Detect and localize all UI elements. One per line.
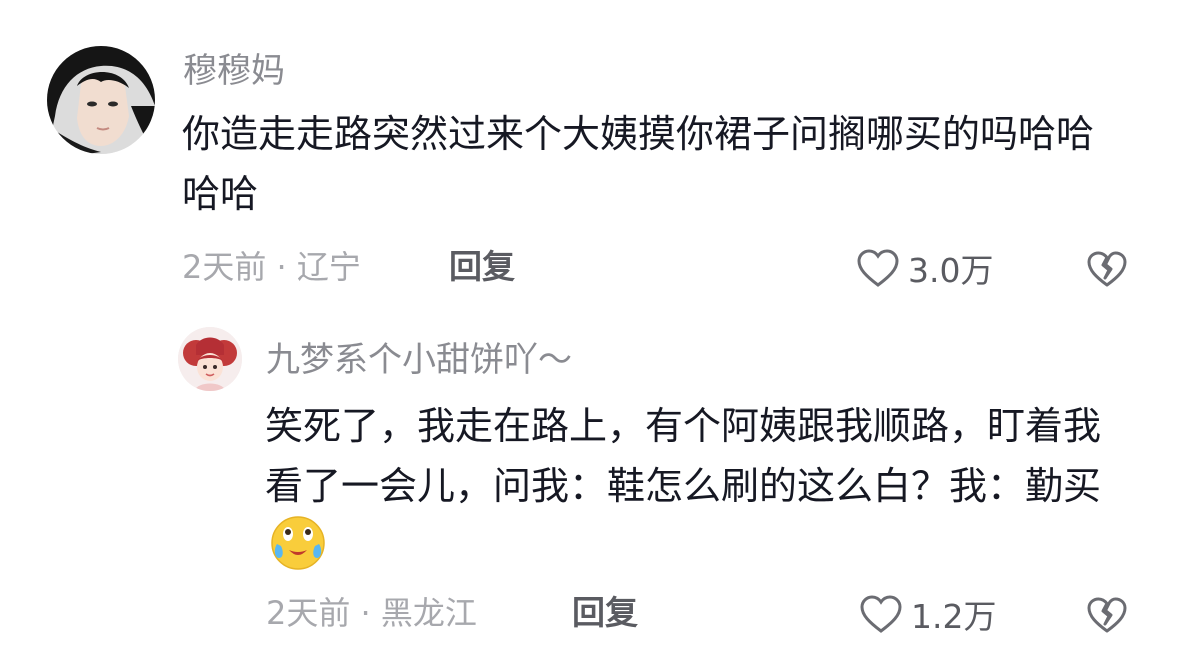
username[interactable]: 穆穆妈 bbox=[183, 54, 285, 88]
comment-text: 你造走走路突然过来个大姨摸你裙子问搁哪买的吗哈哈哈哈 bbox=[182, 112, 1095, 216]
reply-button[interactable]: 回复 bbox=[449, 250, 515, 283]
reply-like-count: 1.2万 bbox=[911, 596, 997, 636]
reply-time-location: 2天前 · 黑龙江 bbox=[266, 594, 477, 632]
reply-text-content: 笑死了，我走在路上，有个阿姨跟我顺路，盯着我看了一会儿，问我：鞋怎么刷的这么白？… bbox=[265, 404, 1102, 508]
laughing-crying-emoji-icon bbox=[269, 514, 327, 572]
like-count: 3.0万 bbox=[908, 250, 994, 290]
reply-text: 笑死了，我走在路上，有个阿姨跟我顺路，盯着我看了一会儿，问我：鞋怎么刷的这么白？… bbox=[265, 396, 1135, 578]
dislike-button[interactable] bbox=[1086, 250, 1128, 292]
reply-username[interactable]: 九梦系个小甜饼吖～ bbox=[266, 343, 572, 377]
broken-heart-icon bbox=[1086, 251, 1128, 292]
like-button[interactable]: 3.0万 bbox=[856, 248, 993, 292]
reply-reply-button[interactable]: 回复 bbox=[572, 596, 638, 629]
comment-time-location: 2天前 · 辽宁 bbox=[182, 248, 361, 286]
heart-outline-icon bbox=[859, 594, 903, 638]
reply-avatar[interactable] bbox=[178, 327, 242, 391]
broken-heart-icon bbox=[1086, 597, 1128, 638]
reply-like-button[interactable]: 1.2万 bbox=[859, 594, 996, 638]
reply-dislike-button[interactable] bbox=[1086, 596, 1128, 638]
heart-outline-icon bbox=[856, 248, 900, 292]
avatar[interactable] bbox=[47, 46, 155, 154]
